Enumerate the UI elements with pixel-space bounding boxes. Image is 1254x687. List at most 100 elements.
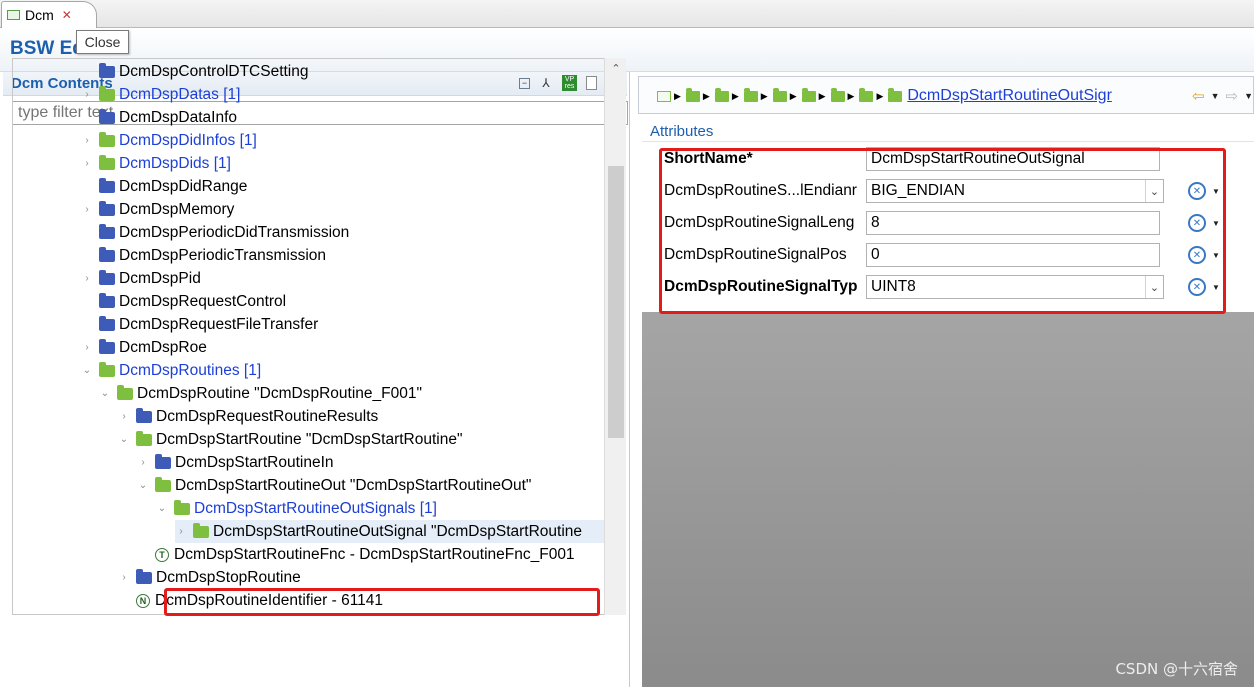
crumb-arrow-icon[interactable]: ▶ — [848, 91, 855, 102]
crumb-folder-icon[interactable] — [685, 87, 700, 102]
tree-item-label: DcmDspStartRoutine "DcmDspStartRoutine" — [156, 430, 463, 448]
back-arrow-icon[interactable]: ⇦ — [1192, 87, 1205, 105]
reset-dropdown-icon[interactable]: ▼ — [1212, 187, 1220, 196]
tree-item[interactable]: DcmDspRequestFileTransfer — [81, 313, 318, 336]
attribute-row: DcmDspRoutineS...lEndianr — [664, 176, 868, 206]
crumb-arrow-icon[interactable]: ▶ — [703, 91, 710, 102]
attribute-label: ShortName* — [664, 150, 753, 167]
tree-item[interactable]: ⌄ DcmDspStartRoutineOut "DcmDspStartRouti… — [137, 474, 531, 497]
tree-item[interactable]: › DcmDspPid — [81, 267, 201, 290]
forward-arrow-icon[interactable]: ⇨ — [1226, 87, 1239, 105]
reset-dropdown-icon[interactable]: ▼ — [1212, 283, 1220, 292]
container-folder-blue-icon — [99, 315, 115, 331]
collapsed-arrow-icon[interactable]: › — [137, 457, 149, 468]
collapsed-arrow-icon[interactable]: › — [81, 135, 93, 146]
crumb-arrow-icon[interactable]: ▶ — [761, 91, 768, 102]
chevron-down-icon[interactable]: ⌄ — [1145, 276, 1163, 298]
tree-item[interactable]: N DcmDspRoutineIdentifier - 61141 — [118, 589, 383, 612]
collapsed-arrow-icon[interactable]: › — [81, 342, 93, 353]
crumb-folder-icon[interactable] — [859, 87, 874, 102]
close-icon[interactable]: ✕ — [62, 8, 72, 22]
history-nav: ⇦ ▼ ⇨ ▼ — [1192, 87, 1253, 105]
tree-item[interactable]: T DcmDspStartRoutineFnc - DcmDspStartRout… — [137, 543, 575, 566]
crumb-folder-icon[interactable] — [772, 87, 787, 102]
collapsed-arrow-icon[interactable]: › — [118, 411, 130, 422]
attribute-input[interactable]: 0 — [866, 243, 1160, 267]
reset-dropdown-icon[interactable]: ▼ — [1212, 251, 1220, 260]
crumb-arrow-icon[interactable]: ▶ — [876, 91, 883, 102]
collapsed-arrow-icon[interactable]: › — [81, 158, 93, 169]
tree-item[interactable]: ⌄ DcmDspStartRoutineOutSignals [1] — [156, 497, 437, 520]
collapsed-arrow-icon[interactable]: › — [118, 572, 130, 583]
crumb-root-icon[interactable] — [657, 90, 671, 102]
chevron-down-icon[interactable]: ⌄ — [1145, 180, 1163, 202]
reset-default-icon[interactable]: ✕ — [1188, 182, 1206, 200]
reset-default-icon[interactable]: ✕ — [1188, 278, 1206, 296]
reset-default-icon[interactable]: ✕ — [1188, 246, 1206, 264]
tree-item[interactable]: DcmDspPeriodicTransmission — [81, 244, 326, 267]
attribute-select-value: BIG_ENDIAN — [871, 182, 965, 199]
collapsed-arrow-icon[interactable]: › — [81, 273, 93, 284]
expanded-arrow-icon[interactable]: ⌄ — [99, 388, 111, 399]
expanded-arrow-icon[interactable]: ⌄ — [81, 365, 93, 376]
tree-item-label: DcmDspDids [1] — [119, 154, 231, 172]
crumb-arrow-icon[interactable]: ▶ — [790, 91, 797, 102]
tree-item[interactable]: › DcmDspMemory — [81, 198, 234, 221]
crumb-arrow-icon[interactable]: ▶ — [819, 91, 826, 102]
scroll-up-icon[interactable]: ⌃ — [605, 62, 627, 76]
collapsed-arrow-icon[interactable]: › — [81, 89, 93, 100]
forward-dropdown-icon[interactable]: ▼ — [1244, 91, 1253, 101]
container-folder-blue-icon — [155, 453, 171, 469]
container-folder-green-icon — [117, 384, 133, 400]
attribute-select[interactable]: UINT8 ⌄ — [866, 275, 1164, 299]
tree-item[interactable]: › DcmDspRequestRoutineResults — [118, 405, 378, 428]
container-folder-blue-icon — [99, 108, 115, 124]
crumb-folder-icon[interactable] — [743, 87, 758, 102]
tree-item[interactable]: › DcmDspDidInfos [1] — [81, 129, 257, 152]
crumb-folder-icon[interactable] — [801, 87, 816, 102]
tree-item[interactable]: ⌄ DcmDspStartRoutine "DcmDspStartRoutine" — [118, 428, 462, 451]
tree-item-label: DcmDspStartRoutineOutSignals [1] — [194, 499, 437, 517]
tree-item[interactable]: DcmDspDidRange — [81, 175, 247, 198]
editor-tab-dcm[interactable]: Dcm ✕ — [1, 1, 97, 28]
attribute-select[interactable]: BIG_ENDIAN ⌄ — [866, 179, 1164, 203]
tree-item[interactable]: › DcmDspStartRoutineIn — [137, 451, 334, 474]
reset-default-icon[interactable]: ✕ — [1188, 214, 1206, 232]
collapsed-arrow-icon[interactable]: › — [175, 526, 187, 537]
tree-item[interactable]: ⌄ DcmDspRoutines [1] — [81, 359, 261, 382]
tree-item-label: DcmDspControlDTCSetting — [119, 62, 309, 80]
expanded-arrow-icon[interactable]: ⌄ — [118, 434, 130, 445]
tree-item[interactable]: ⌄ DcmDspRoutine "DcmDspRoutine_F001" — [99, 382, 422, 405]
crumb-folder-icon[interactable] — [888, 87, 903, 102]
tree-item[interactable]: › DcmDspDatas [1] — [81, 83, 240, 106]
tree-item-selected[interactable]: › DcmDspStartRoutineOutSignal "DcmDspStar… — [175, 520, 604, 543]
reset-dropdown-icon[interactable]: ▼ — [1212, 219, 1220, 228]
collapsed-arrow-icon[interactable]: › — [81, 204, 93, 215]
tree-item[interactable]: DcmDspRequestControl — [81, 290, 286, 313]
tree-item-label: DcmDspStartRoutineOut "DcmDspStartRoutin… — [175, 476, 532, 494]
tree-item[interactable]: DcmDspDataInfo — [81, 106, 237, 129]
expanded-arrow-icon[interactable]: ⌄ — [137, 480, 149, 491]
container-folder-green-icon — [99, 361, 115, 377]
attribute-input[interactable]: 8 — [866, 211, 1160, 235]
container-folder-blue-icon — [99, 62, 115, 78]
tree-item[interactable]: › DcmDspDids [1] — [81, 152, 231, 175]
crumb-arrow-icon[interactable]: ▶ — [674, 91, 681, 102]
tree-item[interactable]: DcmDspPeriodicDidTransmission — [81, 221, 349, 244]
crumb-folder-icon[interactable] — [830, 87, 845, 102]
contents-tree[interactable]: DcmDspControlDTCSetting › DcmDspDatas [1] D… — [12, 58, 604, 615]
back-dropdown-icon[interactable]: ▼ — [1211, 91, 1220, 101]
text-param-icon: T — [155, 547, 169, 562]
tree-item[interactable]: › DcmDspRoe — [81, 336, 207, 359]
crumb-folder-icon[interactable] — [714, 87, 729, 102]
attributes-header: Attributes — [642, 120, 1254, 142]
tree-item[interactable]: › DcmDspStopRoutine — [118, 566, 301, 589]
crumb-arrow-icon[interactable]: ▶ — [732, 91, 739, 102]
attribute-input[interactable]: DcmDspStartRoutineOutSignal — [866, 147, 1160, 171]
scroll-thumb[interactable] — [608, 166, 624, 438]
tree-item[interactable]: DcmDspControlDTCSetting — [81, 60, 309, 83]
breadcrumb-current-link[interactable]: DcmDspStartRoutineOutSigr — [907, 87, 1112, 105]
tree-item-label: DcmDspRequestFileTransfer — [119, 315, 319, 333]
expanded-arrow-icon[interactable]: ⌄ — [156, 503, 168, 514]
tree-scrollbar[interactable]: ⌃ — [604, 58, 626, 615]
